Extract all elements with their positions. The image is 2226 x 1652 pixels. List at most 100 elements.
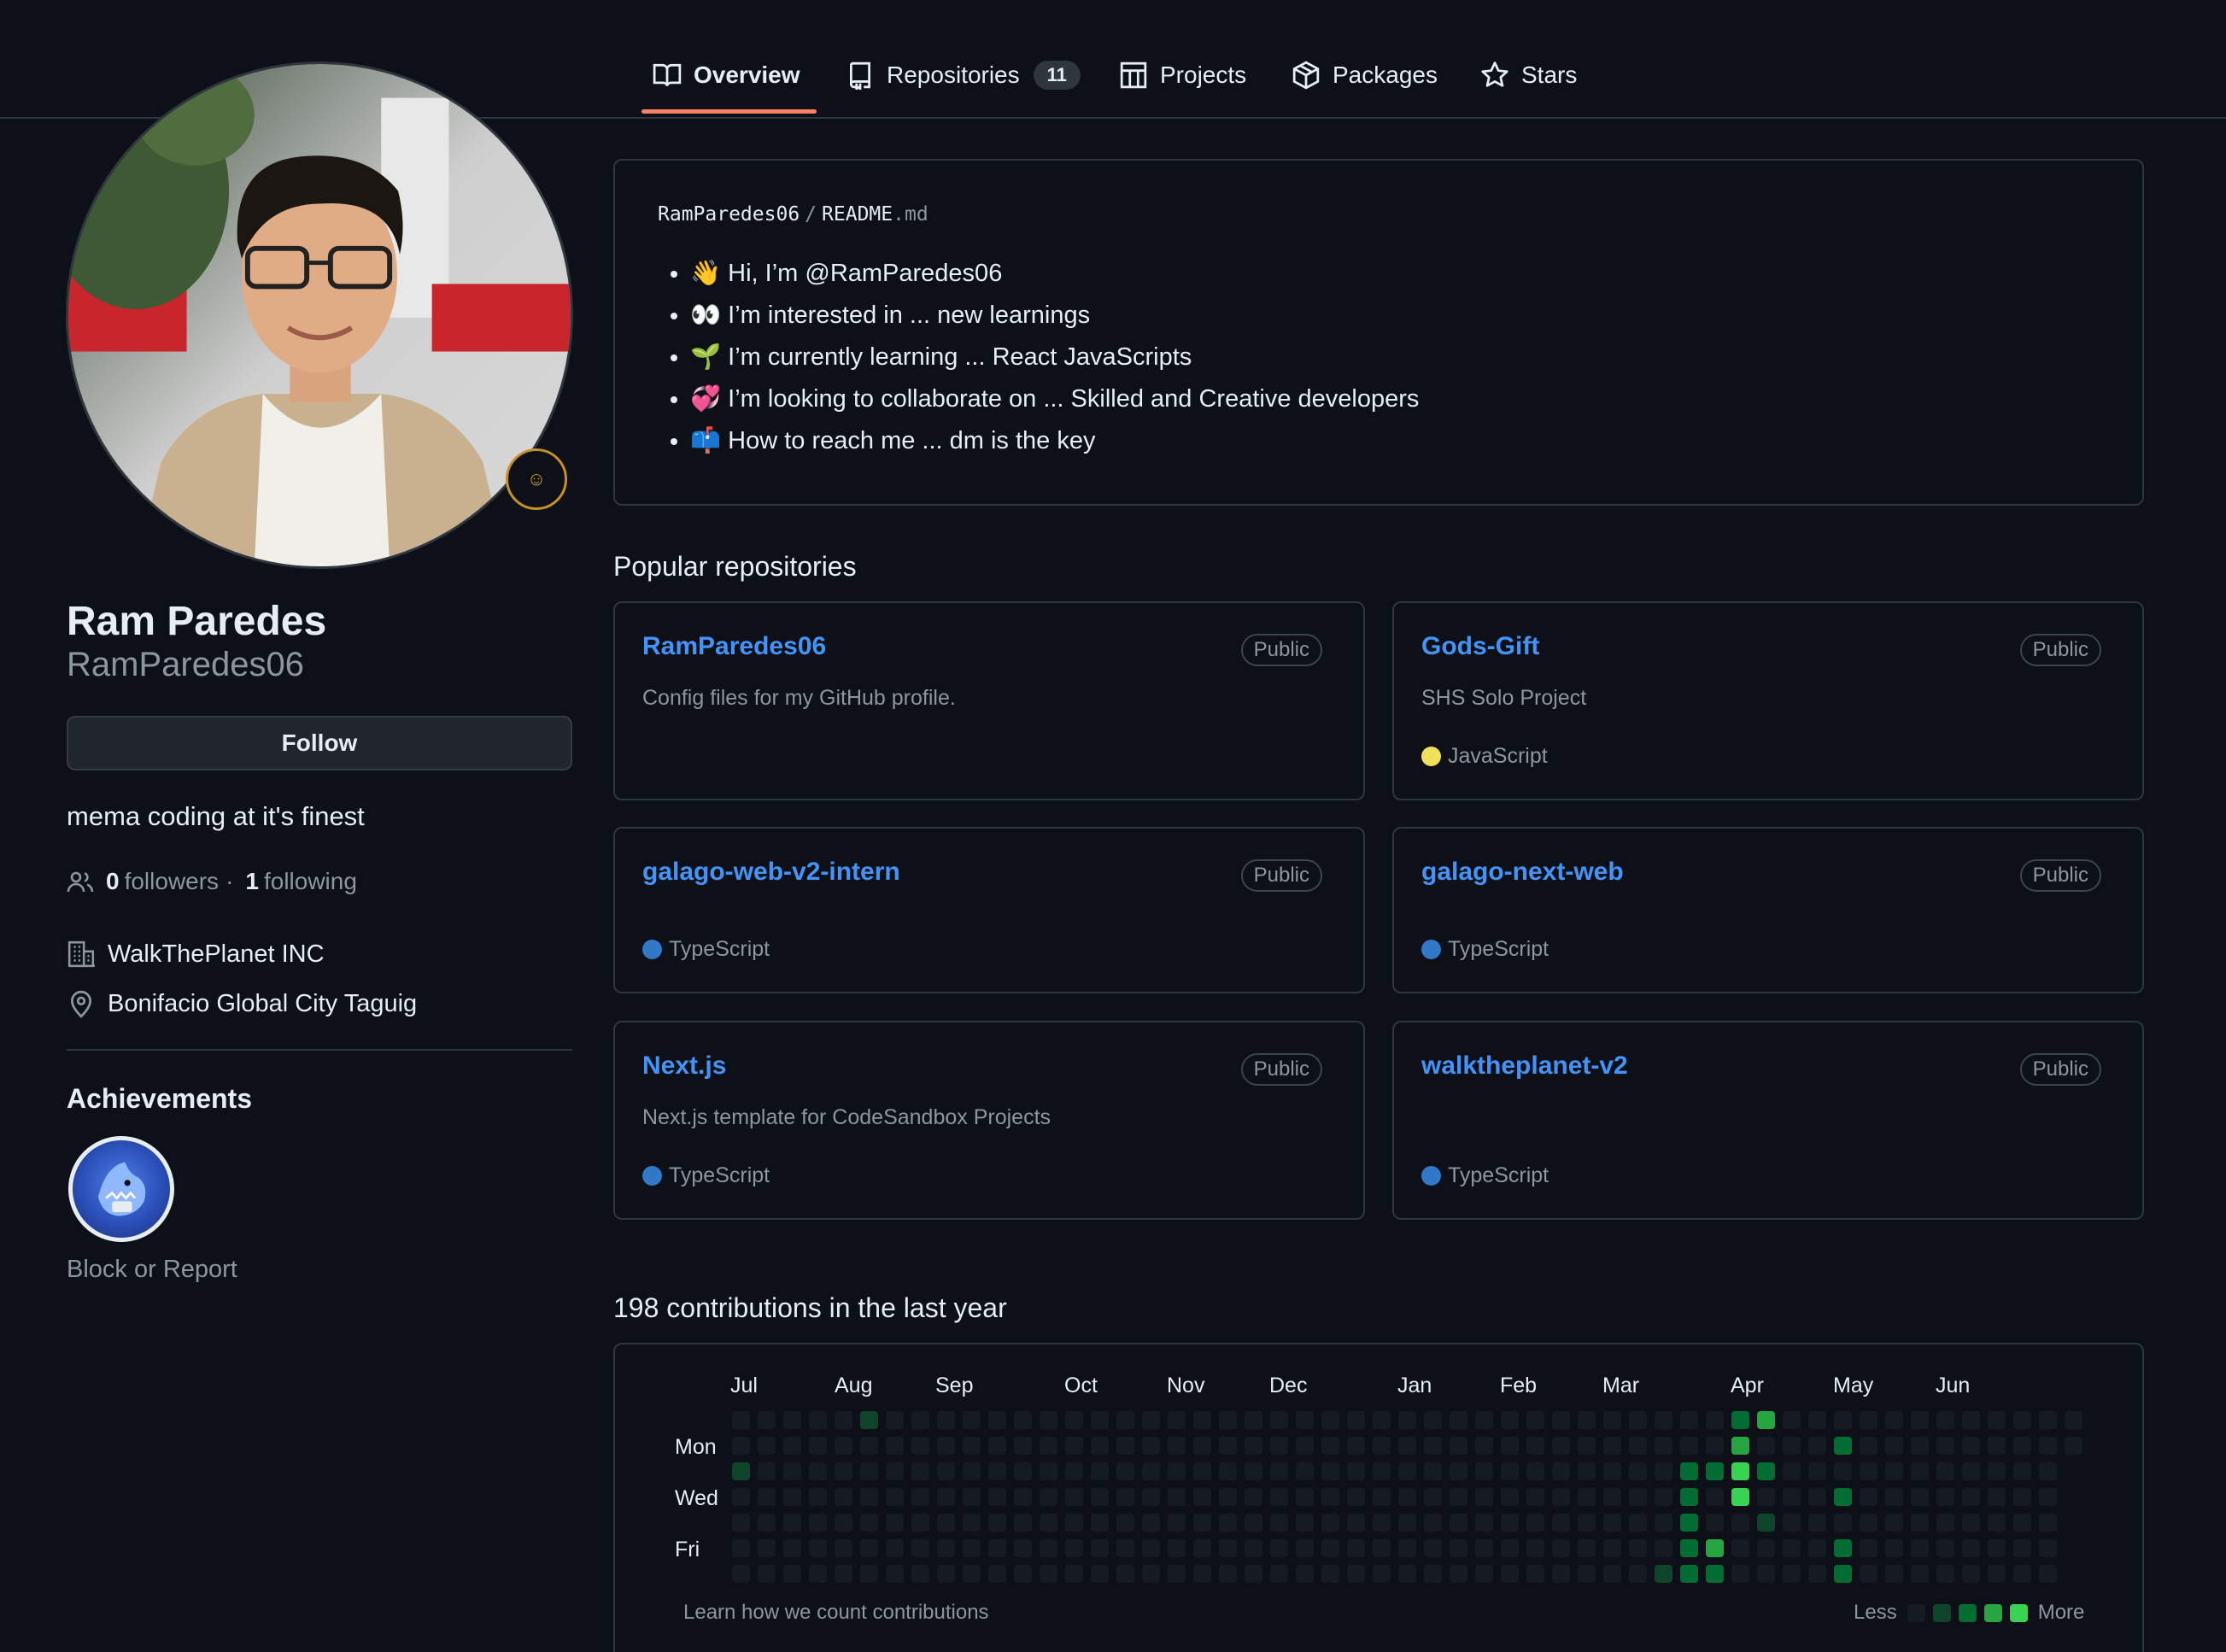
contribution-day[interactable] — [1014, 1539, 1032, 1557]
contribution-day[interactable] — [1783, 1411, 1801, 1429]
contribution-day[interactable] — [1757, 1411, 1775, 1429]
contribution-day[interactable] — [860, 1565, 878, 1583]
contribution-day[interactable] — [2039, 1488, 2057, 1506]
contribution-day[interactable] — [937, 1565, 955, 1583]
contribution-day[interactable] — [1065, 1488, 1083, 1506]
contribution-day[interactable] — [911, 1411, 929, 1429]
contribution-day[interactable] — [1731, 1411, 1749, 1429]
contribution-day[interactable] — [1321, 1462, 1339, 1480]
contribution-day[interactable] — [1424, 1539, 1442, 1557]
contribution-day[interactable] — [1296, 1565, 1314, 1583]
contribution-day[interactable] — [1270, 1462, 1288, 1480]
contribution-day[interactable] — [1168, 1462, 1186, 1480]
contribution-day[interactable] — [1526, 1514, 1544, 1532]
contribution-day[interactable] — [1501, 1565, 1519, 1583]
contribution-day[interactable] — [835, 1437, 852, 1455]
contribution-day[interactable] — [937, 1539, 955, 1557]
contribution-day[interactable] — [911, 1437, 929, 1455]
contribution-day[interactable] — [1680, 1488, 1698, 1506]
contribution-day[interactable] — [1936, 1565, 1954, 1583]
contribution-day[interactable] — [937, 1411, 955, 1429]
contribution-day[interactable] — [988, 1462, 1006, 1480]
contribution-day[interactable] — [1629, 1539, 1647, 1557]
contribution-day[interactable] — [1680, 1411, 1698, 1429]
contribution-day[interactable] — [2013, 1488, 2031, 1506]
contribution-day[interactable] — [1655, 1437, 1672, 1455]
contribution-day[interactable] — [1091, 1437, 1109, 1455]
contribution-day[interactable] — [1552, 1488, 1570, 1506]
contribution-day[interactable] — [1526, 1539, 1544, 1557]
repo-link[interactable]: galago-web-v2-intern — [642, 858, 900, 887]
contribution-day[interactable] — [1526, 1462, 1544, 1480]
contribution-day[interactable] — [1603, 1411, 1621, 1429]
contribution-day[interactable] — [1936, 1462, 1954, 1480]
contribution-day[interactable] — [1168, 1437, 1186, 1455]
contribution-day[interactable] — [1552, 1539, 1570, 1557]
contribution-day[interactable] — [783, 1539, 801, 1557]
contribution-day[interactable] — [1911, 1437, 1929, 1455]
contribution-day[interactable] — [1219, 1488, 1237, 1506]
contribution-day[interactable] — [1065, 1462, 1083, 1480]
contribution-day[interactable] — [758, 1411, 776, 1429]
contribution-day[interactable] — [1988, 1565, 2006, 1583]
contribution-day[interactable] — [886, 1539, 904, 1557]
contribution-day[interactable] — [1808, 1514, 1826, 1532]
contribution-day[interactable] — [1296, 1411, 1314, 1429]
contribution-day[interactable] — [835, 1539, 852, 1557]
contribution-day[interactable] — [2039, 1462, 2057, 1480]
contribution-day[interactable] — [988, 1565, 1006, 1583]
contribution-day[interactable] — [1860, 1539, 1877, 1557]
contribution-day[interactable] — [1014, 1462, 1032, 1480]
contribution-day[interactable] — [835, 1462, 852, 1480]
contribution-day[interactable] — [1373, 1565, 1391, 1583]
contribution-day[interactable] — [1808, 1437, 1826, 1455]
contribution-day[interactable] — [1885, 1539, 1903, 1557]
repo-link[interactable]: Gods-Gift — [1421, 632, 1539, 661]
contribution-day[interactable] — [1501, 1437, 1519, 1455]
contribution-day[interactable] — [886, 1514, 904, 1532]
contribution-day[interactable] — [1424, 1411, 1442, 1429]
contribution-day[interactable] — [1270, 1437, 1288, 1455]
contribution-day[interactable] — [1936, 1437, 1954, 1455]
contribution-day[interactable] — [1219, 1462, 1237, 1480]
contribution-day[interactable] — [2013, 1565, 2031, 1583]
contribution-day[interactable] — [911, 1514, 929, 1532]
contribution-day[interactable] — [988, 1488, 1006, 1506]
follow-button[interactable]: Follow — [67, 716, 572, 770]
contribution-day[interactable] — [937, 1462, 955, 1480]
contribution-day[interactable] — [1988, 1514, 2006, 1532]
contribution-day[interactable] — [1245, 1539, 1262, 1557]
contribution-day[interactable] — [1885, 1488, 1903, 1506]
contribution-day[interactable] — [758, 1514, 776, 1532]
contribution-day[interactable] — [1193, 1462, 1211, 1480]
contribution-day[interactable] — [1040, 1411, 1057, 1429]
contribution-day[interactable] — [1373, 1539, 1391, 1557]
contribution-day[interactable] — [1911, 1488, 1929, 1506]
contribution-day[interactable] — [1091, 1488, 1109, 1506]
contribution-day[interactable] — [1424, 1565, 1442, 1583]
contribution-day[interactable] — [1501, 1411, 1519, 1429]
contribution-day[interactable] — [1962, 1462, 1980, 1480]
contribution-day[interactable] — [1731, 1437, 1749, 1455]
contribution-day[interactable] — [1321, 1565, 1339, 1583]
contribution-day[interactable] — [1219, 1565, 1237, 1583]
contribution-day[interactable] — [835, 1411, 852, 1429]
contribution-day[interactable] — [2065, 1437, 2082, 1455]
contribution-day[interactable] — [911, 1488, 929, 1506]
contribution-day[interactable] — [1424, 1514, 1442, 1532]
contribution-day[interactable] — [1014, 1437, 1032, 1455]
contribution-day[interactable] — [1680, 1437, 1698, 1455]
contribution-day[interactable] — [860, 1437, 878, 1455]
contribution-day[interactable] — [1680, 1462, 1698, 1480]
contribution-day[interactable] — [1321, 1411, 1339, 1429]
contribution-day[interactable] — [1040, 1514, 1057, 1532]
contribution-day[interactable] — [1347, 1539, 1365, 1557]
contribution-day[interactable] — [1040, 1565, 1057, 1583]
contribution-day[interactable] — [1834, 1411, 1852, 1429]
contribution-day[interactable] — [2039, 1514, 2057, 1532]
contribution-day[interactable] — [1398, 1437, 1416, 1455]
contribution-day[interactable] — [1116, 1411, 1134, 1429]
contribution-day[interactable] — [2013, 1462, 2031, 1480]
contribution-day[interactable] — [1629, 1437, 1647, 1455]
contribution-day[interactable] — [1526, 1565, 1544, 1583]
